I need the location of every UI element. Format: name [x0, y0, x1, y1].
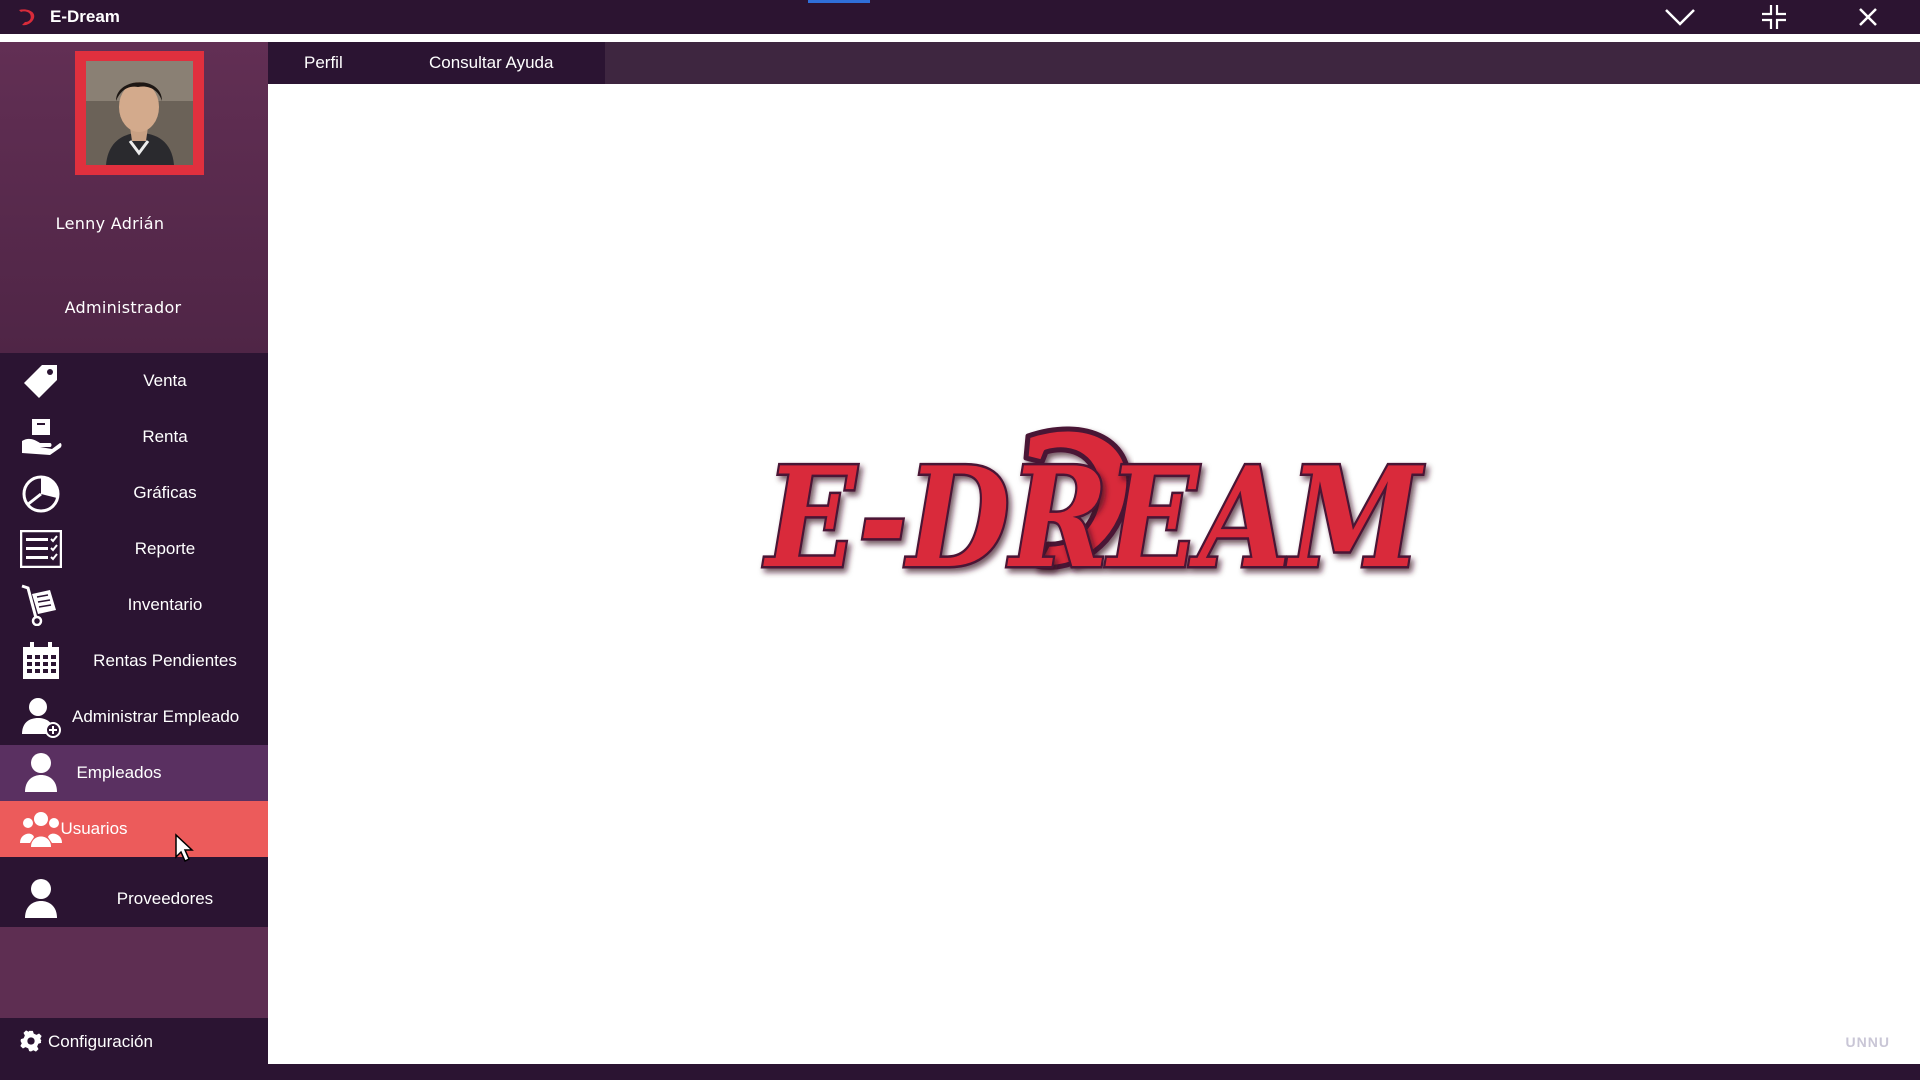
sidebar-item-inventario[interactable]: Inventario	[0, 577, 268, 633]
sidebar-item-label: Inventario	[127, 595, 203, 614]
report-list-icon	[20, 529, 62, 569]
title-bar: E-Dream	[0, 0, 1920, 34]
hand-box-icon	[20, 417, 62, 457]
compress-icon	[1762, 5, 1786, 29]
chevron-down-icon	[1665, 9, 1695, 26]
title-accent	[808, 0, 870, 3]
sidebar: Lenny Adrián Administrador Venta Renta G…	[0, 42, 268, 1064]
tab-consultar-ayuda[interactable]: Consultar Ayuda	[429, 53, 553, 73]
sidebar-item-label: Gráficas	[133, 483, 197, 502]
sidebar-menu: Venta Renta Gráficas Reporte Inventario	[0, 353, 268, 927]
nav-bar-fill	[605, 42, 1920, 84]
user-icon	[20, 879, 62, 919]
sidebar-item-label: Reporte	[134, 539, 196, 558]
sidebar-item-administrar-empleado[interactable]: Administrar Empleado	[0, 689, 268, 745]
price-tag-icon	[20, 361, 62, 401]
calendar-icon	[20, 641, 62, 681]
sidebar-item-usuarios[interactable]: Usuarios	[0, 801, 268, 857]
user-name: Lenny Adrián	[55, 214, 165, 233]
menu-spacer	[0, 857, 268, 871]
sidebar-item-graficas[interactable]: Gráficas	[0, 465, 268, 521]
close-button[interactable]	[1838, 0, 1898, 34]
sidebar-item-label: Empleados	[76, 763, 162, 782]
sidebar-item-label: Proveedores	[116, 889, 214, 908]
sidebar-item-label: Usuarios	[60, 819, 128, 838]
mouse-cursor-icon	[175, 833, 194, 863]
app-logo-icon	[19, 9, 35, 26]
hand-truck-icon	[20, 584, 62, 626]
restore-button[interactable]	[1744, 0, 1804, 34]
avatar[interactable]	[75, 51, 204, 175]
sidebar-item-label: Rentas Pendientes	[93, 651, 237, 670]
sidebar-item-rentas-pendientes[interactable]: Rentas Pendientes	[0, 633, 268, 689]
sidebar-item-empleados[interactable]: Empleados	[0, 745, 268, 801]
sidebar-item-label: Renta	[142, 427, 188, 446]
sidebar-item-label: Venta	[143, 371, 187, 390]
sidebar-item-venta[interactable]: Venta	[0, 353, 268, 409]
watermark: UNNU	[1845, 1034, 1890, 1050]
config-button[interactable]: Configuración	[0, 1018, 268, 1064]
profile-panel: Lenny Adrián Administrador	[0, 42, 268, 353]
window-border	[0, 34, 1920, 42]
minimize-button[interactable]	[1650, 0, 1710, 34]
logo-text: E-DREAM	[763, 436, 1425, 594]
top-nav: Perfil Consultar Ayuda	[268, 42, 1920, 84]
close-icon	[1859, 8, 1877, 26]
sidebar-item-renta[interactable]: Renta	[0, 409, 268, 465]
sidebar-item-label: Administrar Empleado	[72, 707, 240, 726]
window-title: E-Dream	[50, 7, 120, 26]
user-role: Administrador	[64, 298, 182, 317]
user-photo	[86, 61, 193, 165]
window-bottom-border	[0, 1064, 1920, 1080]
main-content: E-DREAM UNNU	[268, 84, 1920, 1064]
add-user-icon	[20, 697, 62, 738]
tab-perfil[interactable]: Perfil	[304, 53, 343, 73]
pie-chart-icon	[20, 473, 62, 513]
sidebar-item-proveedores[interactable]: Proveedores	[0, 871, 268, 927]
edream-logo: E-DREAM	[756, 414, 1436, 602]
gear-icon	[20, 1030, 42, 1052]
config-label: Configuración	[48, 1032, 153, 1051]
sidebar-item-reporte[interactable]: Reporte	[0, 521, 268, 577]
